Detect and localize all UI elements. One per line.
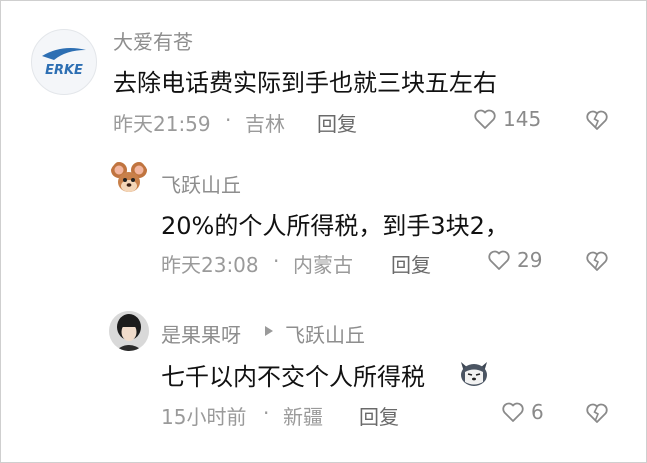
reply-button[interactable]: 回复: [359, 401, 399, 430]
reply-target-author[interactable]: 飞跃山丘: [285, 319, 365, 348]
comment-author[interactable]: 飞跃山丘: [161, 169, 241, 198]
reply-arrow-icon: [265, 326, 273, 336]
reply-button[interactable]: 回复: [391, 249, 431, 278]
comment-location: 内蒙古: [293, 253, 353, 277]
svg-text:ERKE: ERKE: [45, 63, 83, 78]
comment-time: 昨天23:08: [161, 253, 259, 277]
comment-location: 吉林: [245, 112, 285, 136]
reply-button[interactable]: 回复: [317, 108, 357, 137]
dislike-heart-icon[interactable]: [585, 250, 609, 272]
person-portrait-icon: [109, 311, 149, 351]
like-count: 145: [503, 107, 542, 131]
meta-separator: ·: [263, 401, 270, 425]
mouse-cartoon-icon: [111, 162, 147, 192]
heart-icon: [502, 402, 524, 422]
heart-icon: [488, 250, 510, 270]
comment-author[interactable]: 大爱有苍: [113, 26, 193, 55]
dislike-heart-icon[interactable]: [585, 402, 609, 424]
avatar-erke[interactable]: ERKE: [31, 29, 97, 95]
avatar-jerry[interactable]: [109, 158, 149, 198]
avatar-user[interactable]: [109, 311, 149, 351]
comment-text: 20%的个人所得税，到手3块2，: [161, 212, 509, 240]
dog-emoji-icon: [461, 362, 487, 386]
heart-icon: [474, 109, 496, 129]
like-count: 29: [517, 248, 543, 272]
like-button[interactable]: 145: [473, 107, 541, 131]
comment-time: 15小时前: [161, 405, 247, 429]
comment-time: 昨天21:59: [113, 112, 211, 136]
like-button[interactable]: 6: [501, 400, 544, 424]
like-count: 6: [531, 400, 544, 424]
comment-location: 新疆: [283, 405, 323, 429]
meta-separator: ·: [225, 108, 232, 132]
dislike-heart-icon[interactable]: [585, 109, 609, 131]
like-button[interactable]: 29: [487, 248, 542, 272]
erke-logo-icon: ERKE: [42, 48, 86, 78]
comment-author[interactable]: 是果果呀: [161, 319, 241, 348]
meta-separator: ·: [273, 249, 280, 273]
comment-section: ERKE 大爱有苍 去除电话费实际到手也就三块五左右 昨天21:59 · 吉林 …: [0, 0, 647, 463]
comment-text: 去除电话费实际到手也就三块五左右: [113, 69, 497, 97]
comment-text: 七千以内不交个人所得税: [161, 363, 425, 391]
